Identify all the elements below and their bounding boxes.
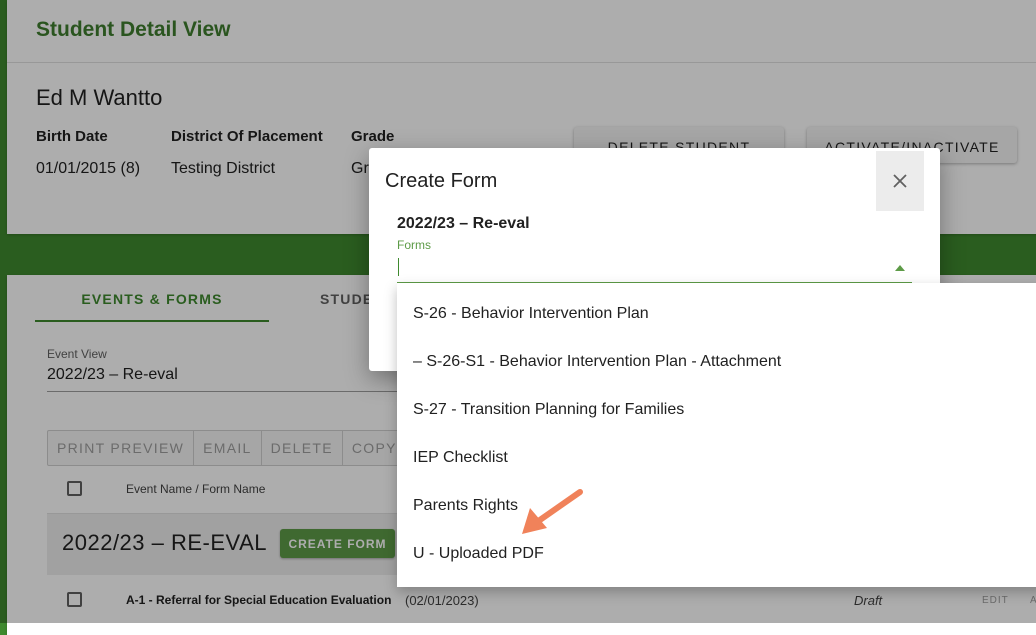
- dialog-close-button[interactable]: [876, 151, 924, 211]
- menu-item-s26[interactable]: S-26 - Behavior Intervention Plan: [413, 305, 649, 323]
- dialog-title: Create Form: [385, 170, 498, 192]
- close-icon: [893, 174, 907, 188]
- menu-item-s27[interactable]: S-27 - Transition Planning for Families: [413, 401, 684, 419]
- menu-item-parents-rights[interactable]: Parents Rights: [413, 497, 518, 515]
- page: Student Detail View Ed M Wantto Birth Da…: [0, 0, 1036, 635]
- menu-item-iep-checklist[interactable]: IEP Checklist: [413, 449, 508, 467]
- dialog-event-subtitle: 2022/23 – Re-eval: [397, 215, 530, 232]
- menu-item-s26-s1[interactable]: – S-26-S1 - Behavior Intervention Plan -…: [413, 353, 781, 371]
- menu-item-uploaded-pdf[interactable]: U - Uploaded PDF: [413, 545, 544, 563]
- text-caret: [398, 258, 399, 276]
- forms-field-label: Forms: [397, 238, 431, 252]
- arrow-up-icon[interactable]: [895, 265, 905, 271]
- forms-select-input[interactable]: [397, 256, 912, 284]
- forms-dropdown-menu: S-26 - Behavior Intervention Plan – S-26…: [397, 283, 1036, 587]
